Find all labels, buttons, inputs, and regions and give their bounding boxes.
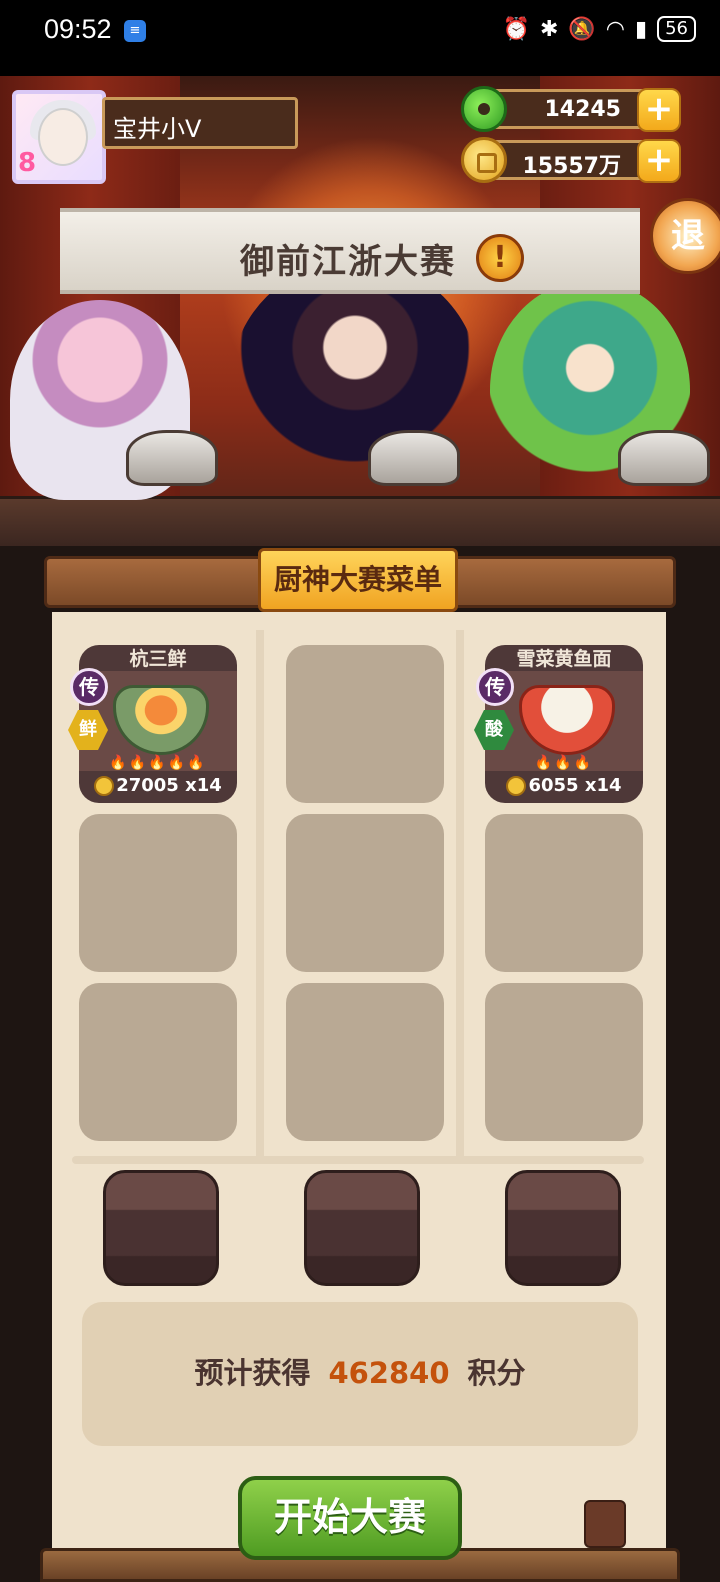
utensil-pot-decoration <box>584 1500 626 1548</box>
column-divider <box>456 630 464 1160</box>
player-avatar[interactable]: 8 <box>12 90 106 184</box>
empty-dish-slot[interactable] <box>286 983 444 1141</box>
rarity-badge: 传 <box>70 668 108 706</box>
app-notification-icon: ≡ <box>124 20 146 42</box>
status-time: 09:52 <box>44 14 112 44</box>
dish-price: 27005 <box>116 775 179 796</box>
empty-dish-slot[interactable] <box>485 983 643 1141</box>
status-bar: 09:52 ≡ ⏰ ✱ 🔕 ◠ ▮ 56 <box>0 0 720 76</box>
empty-dish-slot[interactable] <box>286 814 444 972</box>
coin-icon <box>94 776 115 796</box>
gold-amount: 15557万 <box>522 154 621 179</box>
wifi-icon: ◠ <box>605 16 625 42</box>
cooking-pot <box>618 430 710 486</box>
player-name: 宝井小V <box>113 115 202 143</box>
banner-title: 御前江浙大赛 <box>240 242 456 282</box>
bluetooth-icon: ✱ <box>539 16 559 42</box>
battery-icon: 56 <box>657 16 696 42</box>
status-icons: ⏰ ✱ 🔕 ◠ ▮ 56 <box>503 16 696 42</box>
jade-icon <box>461 86 507 132</box>
dish-price-row: 6055 x14 <box>485 775 643 803</box>
menu-title: 厨神大赛菜单 <box>258 548 458 612</box>
add-jade-button[interactable]: + <box>637 88 681 132</box>
dish-quantity: x14 <box>584 775 622 796</box>
empty-dish-slot[interactable] <box>79 983 237 1141</box>
add-gold-button[interactable]: + <box>637 139 681 183</box>
flame-icons: 🔥🔥🔥 <box>534 755 594 771</box>
jade-amount: 14245 <box>544 97 621 122</box>
expected-score-panel: 预计获得 462840 积分 <box>82 1302 638 1446</box>
player-level: 8 <box>18 148 37 178</box>
jade-currency: 14245 + <box>461 86 681 132</box>
player-name-box: 宝井小V <box>102 97 298 149</box>
empty-dish-slot[interactable] <box>286 645 444 803</box>
dish-name: 杭三鲜 <box>129 648 187 670</box>
dish-price-row: 27005 x14 <box>79 775 237 803</box>
cooking-pot <box>368 430 460 486</box>
dish-price: 6055 <box>528 775 579 796</box>
score-suffix: 积分 <box>467 1356 526 1390</box>
rarity-badge: 传 <box>476 668 514 706</box>
signal-icon: ▮ <box>634 16 648 42</box>
exclamation-icon[interactable]: ! <box>476 234 524 282</box>
cooking-pot <box>126 430 218 486</box>
column-divider <box>256 630 264 1160</box>
dish-name: 雪菜黄鱼面 <box>516 648 612 670</box>
start-contest-button[interactable]: 开始大赛 <box>238 1476 462 1560</box>
empty-dish-slot[interactable] <box>485 814 643 972</box>
row-divider <box>72 1156 644 1164</box>
dish-quantity: x14 <box>185 775 222 796</box>
mute-icon: 🔕 <box>568 16 596 42</box>
gold-currency: 15557万 + <box>461 137 681 183</box>
expected-score-line: 预计获得 462840 积分 <box>82 1350 638 1392</box>
coin-icon <box>506 776 527 796</box>
avatar-face <box>38 108 88 166</box>
chef-slot-2[interactable] <box>304 1170 420 1286</box>
score-value: 462840 <box>328 1356 450 1390</box>
alarm-icon: ⏰ <box>502 16 530 42</box>
contest-banner: 御前江浙大赛 <box>60 208 640 294</box>
gold-coin-icon <box>461 137 507 183</box>
chef-slot-1[interactable] <box>103 1170 219 1286</box>
empty-dish-slot[interactable] <box>79 814 237 972</box>
score-prefix: 预计获得 <box>194 1356 311 1390</box>
chef-slot-3[interactable] <box>505 1170 621 1286</box>
exit-button[interactable]: 退 <box>650 198 720 274</box>
flame-icons: 🔥🔥🔥🔥🔥 <box>109 755 207 771</box>
